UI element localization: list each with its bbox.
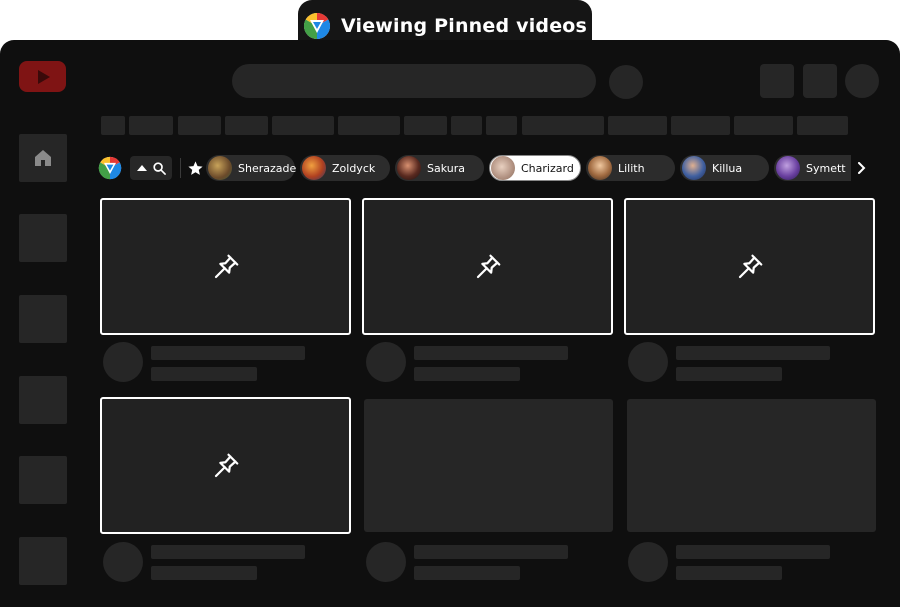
channel-avatar-placeholder[interactable]: [628, 542, 668, 582]
filter-chip-placeholder[interactable]: [272, 116, 334, 135]
avatar: [397, 156, 421, 180]
header-button-placeholder[interactable]: [760, 64, 794, 98]
title-placeholder: [676, 346, 830, 360]
sidebar-item-placeholder[interactable]: [19, 456, 67, 504]
extension-logo-icon[interactable]: [98, 156, 122, 180]
avatar: [588, 156, 612, 180]
title-placeholder: [151, 346, 305, 360]
toolbar-divider: [180, 158, 181, 178]
pushpin-icon: [214, 453, 238, 477]
filter-chip-placeholder[interactable]: [101, 116, 125, 135]
search-icon[interactable]: [153, 161, 166, 175]
pushpin-icon: [214, 254, 238, 278]
youtube-logo[interactable]: [19, 61, 66, 92]
avatar: [491, 156, 515, 180]
avatar: [302, 156, 326, 180]
scroll-chips-next-button[interactable]: [852, 158, 872, 178]
channel-avatar-placeholder[interactable]: [103, 542, 143, 582]
filter-chip-placeholder[interactable]: [178, 116, 221, 135]
filter-chip-placeholder[interactable]: [404, 116, 447, 135]
extension-toolbar: Sherazade Zoldyck Sakura Charizard Lilit…: [96, 154, 876, 182]
sidebar-item-placeholder[interactable]: [19, 376, 67, 424]
sidebar-item-placeholder[interactable]: [19, 214, 67, 262]
title-placeholder: [676, 545, 830, 559]
mic-button-placeholder[interactable]: [609, 65, 643, 99]
channel-chip-sherazade[interactable]: Sherazade: [206, 155, 296, 181]
avatar: [776, 156, 800, 180]
pushpin-icon: [738, 254, 762, 278]
pinned-video-card[interactable]: [362, 198, 613, 335]
channel-avatar-placeholder[interactable]: [366, 542, 406, 582]
avatar: [208, 156, 232, 180]
channel-chip-symett[interactable]: Symett: [774, 155, 851, 181]
search-bar-placeholder[interactable]: [232, 64, 596, 98]
video-thumbnail-placeholder[interactable]: [627, 399, 876, 532]
meta-placeholder: [414, 367, 520, 381]
chevron-right-icon: [858, 162, 866, 174]
avatar-placeholder[interactable]: [845, 64, 879, 98]
channel-avatar-placeholder[interactable]: [103, 342, 143, 382]
channel-chip-lilith[interactable]: Lilith: [586, 155, 675, 181]
sidebar-item-placeholder[interactable]: [19, 537, 67, 585]
youtube-window: Sherazade Zoldyck Sakura Charizard Lilit…: [0, 40, 900, 607]
favorites-button[interactable]: [184, 157, 206, 179]
meta-placeholder: [676, 367, 782, 381]
title-placeholder: [414, 346, 568, 360]
sidebar-item-home[interactable]: [19, 134, 67, 182]
video-thumbnail-placeholder[interactable]: [364, 399, 613, 532]
filter-chip-placeholder[interactable]: [129, 116, 173, 135]
title-placeholder: [414, 545, 568, 559]
avatar: [682, 156, 706, 180]
channel-chip-charizard[interactable]: Charizard: [489, 155, 581, 181]
sidebar-item-placeholder[interactable]: [19, 295, 67, 343]
sort-search-control: [130, 156, 172, 180]
page-title: Viewing Pinned videos: [340, 15, 588, 37]
meta-placeholder: [151, 566, 257, 580]
star-icon: [187, 160, 203, 175]
pinned-channel-chips: Sherazade Zoldyck Sakura Charizard Lilit…: [206, 154, 851, 182]
home-icon: [35, 150, 51, 166]
meta-placeholder: [414, 566, 520, 580]
channel-avatar-placeholder[interactable]: [628, 342, 668, 382]
pinned-video-card[interactable]: [100, 397, 351, 534]
header-button-placeholder[interactable]: [803, 64, 837, 98]
filter-chip-placeholder[interactable]: [797, 116, 848, 135]
filter-chip-placeholder[interactable]: [225, 116, 268, 135]
meta-placeholder: [151, 367, 257, 381]
filter-chip-placeholder[interactable]: [608, 116, 667, 135]
filter-chip-placeholder[interactable]: [338, 116, 400, 135]
filter-chip-placeholder[interactable]: [671, 116, 730, 135]
caret-up-icon[interactable]: [136, 162, 148, 174]
meta-placeholder: [676, 566, 782, 580]
filter-chip-placeholder[interactable]: [734, 116, 793, 135]
pinned-video-card[interactable]: [624, 198, 875, 335]
channel-avatar-placeholder[interactable]: [366, 342, 406, 382]
extension-logo-icon: [303, 12, 330, 40]
pinned-video-card[interactable]: [100, 198, 351, 335]
pushpin-icon: [476, 254, 500, 278]
title-placeholder: [151, 545, 305, 559]
filter-chip-placeholder[interactable]: [486, 116, 517, 135]
filter-chip-placeholder[interactable]: [451, 116, 482, 135]
filter-chip-placeholder[interactable]: [522, 116, 604, 135]
channel-chip-zoldyck[interactable]: Zoldyck: [300, 155, 390, 181]
channel-chip-sakura[interactable]: Sakura: [395, 155, 484, 181]
channel-chip-killua[interactable]: Killua: [680, 155, 769, 181]
